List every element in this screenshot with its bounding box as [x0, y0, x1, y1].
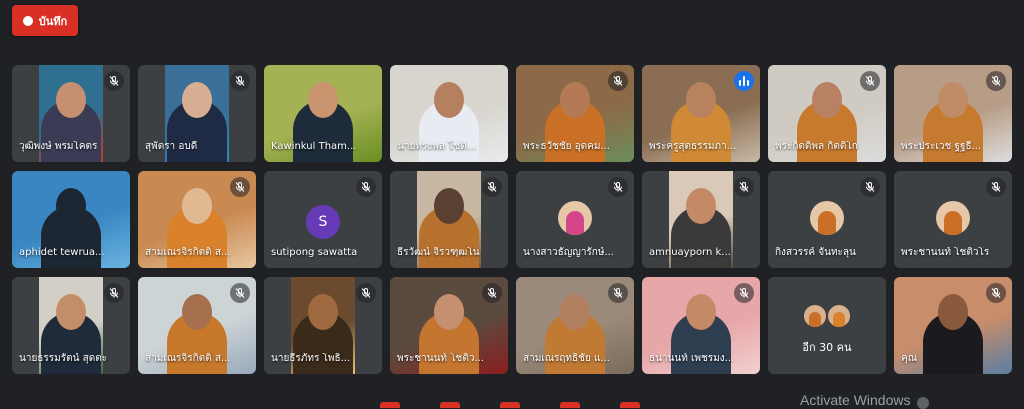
- more-participants-label: อีก 30 คน: [802, 341, 852, 354]
- mic-off-icon: [230, 283, 250, 303]
- participant-name: amnuayporn k...: [649, 247, 731, 258]
- avatar: S: [306, 205, 340, 239]
- mic-off-icon: [608, 71, 628, 91]
- participant-name: กิ่งสวรรค์ จันทะลุน: [775, 247, 856, 258]
- participant-tile[interactable]: ธนานนท์ เพชรมง...: [642, 277, 760, 374]
- participant-tile[interactable]: สามเณรจิรกิตติ์ ส...: [138, 277, 256, 374]
- participant-name: สามเณรฤทธิชัย แ...: [523, 353, 610, 364]
- participant-name: ธีรวัฒน์ จิรวฑฺฒโน: [397, 247, 480, 258]
- participant-name: พระกิตติพล กิตติโก: [775, 141, 858, 152]
- mic-off-icon: [230, 71, 250, 91]
- participant-tile[interactable]: พระธวัชชัย อุดคม...: [516, 65, 634, 162]
- participant-name: นายทรงพล โชติ...: [397, 141, 477, 152]
- participant-tile[interactable]: นายธีรภัทร โพธิ์...: [264, 277, 382, 374]
- mic-off-icon: [230, 177, 250, 197]
- participant-tile[interactable]: นายธรรมรัตน์ สุดตะ: [12, 277, 130, 374]
- participant-tile[interactable]: พระครูสุตธรรมภา...: [642, 65, 760, 162]
- participant-tile[interactable]: aphidet tewrua...: [12, 171, 130, 268]
- participant-tile[interactable]: อีก 30 คน: [768, 277, 886, 374]
- mic-off-icon: [986, 71, 1006, 91]
- participant-tile[interactable]: สุพัตรา อบดี: [138, 65, 256, 162]
- avatar: [558, 201, 592, 235]
- mic-off-icon: [986, 283, 1006, 303]
- mic-off-icon: [356, 177, 376, 197]
- mic-off-icon: [608, 177, 628, 197]
- participant-tile[interactable]: พระชานนท์ โชติวโร: [894, 171, 1012, 268]
- participant-name: พระชานนท์ โชติวโร: [901, 247, 990, 258]
- participant-tile[interactable]: สามเณรฤทธิชัย แ...: [516, 277, 634, 374]
- participant-name: sutipong sawatta: [271, 247, 358, 258]
- participant-tile[interactable]: คุณ: [894, 277, 1012, 374]
- participant-name: นายธรรมรัตน์ สุดตะ: [19, 353, 108, 364]
- participant-name: พระครูสุตธรรมภา...: [649, 141, 737, 152]
- bottom-toolbar-edge: [380, 402, 640, 408]
- avatar: [810, 201, 844, 235]
- mic-off-icon: [860, 71, 880, 91]
- more-participants-avatars: [804, 305, 850, 327]
- participant-name: สามเณรจิรกิตติ์ ส...: [145, 247, 231, 258]
- mic-off-icon: [482, 177, 502, 197]
- participant-name: นายธีรภัทร โพธิ์...: [271, 353, 351, 364]
- participant-tile[interactable]: สามเณรจิรกิตติ์ ส...: [138, 171, 256, 268]
- mic-off-icon: [608, 283, 628, 303]
- participant-tile[interactable]: นางสาวธัญญารักษ์...: [516, 171, 634, 268]
- info-icon: [917, 397, 929, 409]
- participant-name: พระชานนท์ โชติว...: [397, 353, 484, 364]
- participant-tile[interactable]: พระชานนท์ โชติว...: [390, 277, 508, 374]
- record-label: บันทึก: [38, 14, 68, 28]
- participant-tile[interactable]: ธีรวัฒน์ จิรวฑฺฒโน: [390, 171, 508, 268]
- mic-off-icon: [734, 177, 754, 197]
- mic-off-icon: [356, 283, 376, 303]
- participant-name: พระประเวช ฐฐธี...: [901, 141, 982, 152]
- mic-off-icon: [104, 283, 124, 303]
- participant-name: วุฒิพงษ์ พรมโคตร: [19, 141, 98, 152]
- avatar: [804, 305, 826, 327]
- participant-tile[interactable]: พระกิตติพล กิตติโก: [768, 65, 886, 162]
- activate-windows-watermark: Activate Windows: [800, 392, 911, 408]
- participant-tile[interactable]: กิ่งสวรรค์ จันทะลุน: [768, 171, 886, 268]
- participant-tile[interactable]: amnuayporn k...: [642, 171, 760, 268]
- participant-tile[interactable]: นายทรงพล โชติ...: [390, 65, 508, 162]
- mic-off-icon: [734, 283, 754, 303]
- participant-name: นางสาวธัญญารักษ์...: [523, 247, 614, 258]
- participant-tile[interactable]: วุฒิพงษ์ พรมโคตร: [12, 65, 130, 162]
- participant-tile[interactable]: Kawinkul Tham...: [264, 65, 382, 162]
- record-button[interactable]: บันทึก: [12, 5, 78, 36]
- mic-off-icon: [986, 177, 1006, 197]
- participant-name: คุณ: [901, 353, 917, 364]
- mic-off-icon: [482, 283, 502, 303]
- participant-grid: วุฒิพงษ์ พรมโคตร สุพัตรา อบดี Kawinkul Tha…: [12, 65, 1012, 374]
- participant-tile[interactable]: พระประเวช ฐฐธี...: [894, 65, 1012, 162]
- participant-name: ธนานนท์ เพชรมง...: [649, 353, 735, 364]
- participant-name: พระธวัชชัย อุดคม...: [523, 141, 610, 152]
- participant-name: aphidet tewrua...: [19, 247, 105, 258]
- mic-off-icon: [860, 177, 880, 197]
- mic-off-icon: [104, 71, 124, 91]
- speaking-indicator-icon: [734, 71, 754, 91]
- record-icon: [22, 15, 33, 26]
- participant-name: สามเณรจิรกิตติ์ ส...: [145, 353, 231, 364]
- participant-name: Kawinkul Tham...: [271, 141, 357, 152]
- avatar: [828, 305, 850, 327]
- avatar: [936, 201, 970, 235]
- participant-tile[interactable]: Ssutipong sawatta: [264, 171, 382, 268]
- participant-name: สุพัตรา อบดี: [145, 141, 198, 152]
